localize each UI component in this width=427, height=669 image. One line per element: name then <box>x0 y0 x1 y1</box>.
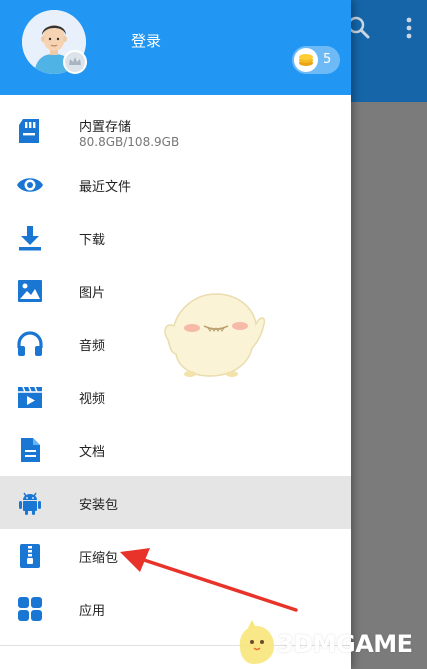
coin-balance[interactable]: 5 <box>292 46 340 74</box>
headphones-icon <box>15 329 45 359</box>
zip-icon <box>15 541 45 571</box>
menu-item-label: 安装包 <box>79 498 119 513</box>
crown-badge-icon <box>63 50 87 74</box>
more-vert-icon[interactable] <box>395 14 423 42</box>
menu-item-recent-files[interactable]: 最近文件 <box>0 158 351 211</box>
menu-item-internal-storage[interactable]: 内置存储 80.8GB/108.9GB <box>0 104 351 158</box>
3dmgame-watermark: 3DMGAME <box>232 608 427 669</box>
apps-grid-icon <box>15 594 45 624</box>
eye-icon <box>15 170 45 200</box>
menu-item-documents[interactable]: 文档 <box>0 423 351 476</box>
menu-item-label: 视频 <box>79 392 106 407</box>
menu-item-label: 文档 <box>79 445 106 460</box>
watermark-text: 3DMGAME <box>277 630 413 658</box>
menu-item-label: 音频 <box>79 339 106 354</box>
menu-item-apk-packages[interactable]: 安装包 <box>0 476 351 529</box>
android-icon <box>15 488 45 518</box>
download-icon <box>15 223 45 253</box>
menu-item-label: 最近文件 <box>79 180 132 195</box>
menu-item-downloads[interactable]: 下载 <box>0 211 351 264</box>
sd-card-icon <box>15 116 45 146</box>
document-icon <box>15 435 45 465</box>
menu-item-label: 应用 <box>79 604 106 619</box>
image-icon <box>15 276 45 306</box>
mascot-sticker <box>160 288 268 380</box>
login-link[interactable]: 登录 <box>131 30 161 51</box>
annotation-arrow <box>110 540 300 615</box>
menu-item-label: 内置存储 <box>79 120 132 135</box>
menu-item-label: 下载 <box>79 233 106 248</box>
menu-item-label: 图片 <box>79 286 106 301</box>
coin-count: 5 <box>323 52 332 67</box>
coin-stack-icon <box>294 48 318 72</box>
video-icon <box>15 382 45 412</box>
drawer-header: 登录 5 <box>0 0 351 95</box>
storage-usage: 80.8GB/108.9GB <box>79 135 180 149</box>
